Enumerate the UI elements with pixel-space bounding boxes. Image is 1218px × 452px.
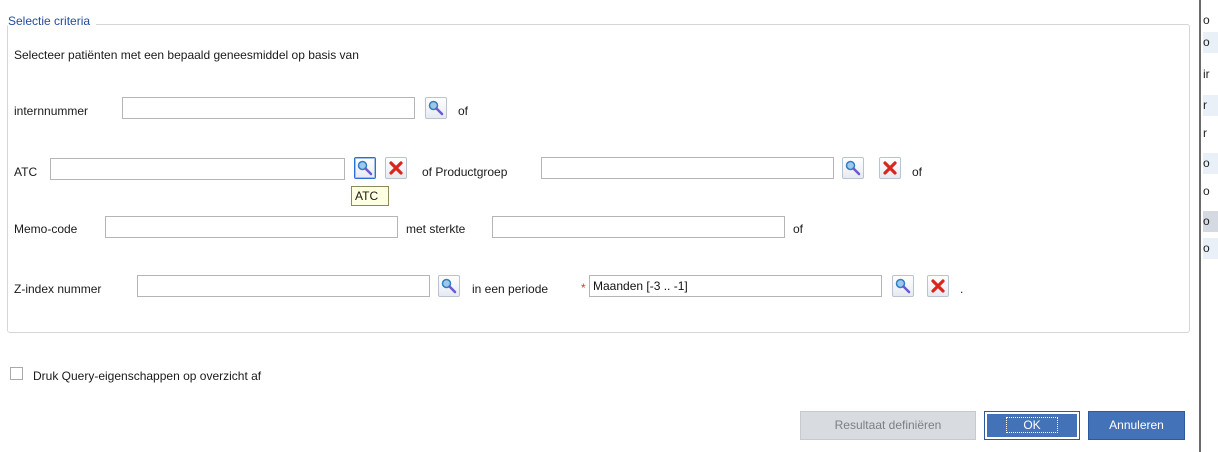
zindex-input[interactable]	[137, 275, 430, 297]
met-sterkte-label: met sterkte	[406, 222, 466, 236]
print-query-checkbox[interactable]	[10, 367, 23, 380]
periode-input[interactable]	[589, 275, 882, 297]
atc-input[interactable]	[50, 158, 345, 180]
productgroep-of-text: of	[912, 165, 923, 179]
internnummer-input[interactable]	[122, 97, 415, 119]
magnifier-pin-icon	[845, 160, 861, 176]
background-list-row: o	[1203, 13, 1210, 27]
print-query-label: Druk Query-eigenschappen op overzicht af	[33, 369, 262, 383]
selection-dialog: Selectie criteria Selecteer patiënten me…	[0, 0, 1199, 452]
magnifier-pin-icon	[441, 278, 457, 294]
fieldset-legend: Selectie criteria	[8, 14, 97, 28]
red-x-icon	[389, 161, 403, 175]
internnummer-lookup-button[interactable]	[425, 97, 447, 119]
internnummer-of-text: of	[458, 104, 469, 118]
memo-code-input[interactable]	[105, 216, 398, 238]
periode-period-text: .	[960, 282, 964, 296]
red-x-icon	[883, 161, 897, 175]
ok-button[interactable]: OK	[984, 411, 1080, 440]
periode-lookup-button[interactable]	[892, 275, 914, 297]
atc-clear-button[interactable]	[385, 157, 407, 179]
zindex-lookup-button[interactable]	[438, 275, 460, 297]
define-result-button[interactable]: Resultaat definiëren	[800, 411, 976, 440]
background-list-row: o	[1203, 184, 1210, 198]
ok-button-label: OK	[1006, 417, 1058, 433]
memo-code-label: Memo-code	[14, 222, 78, 236]
productgroep-clear-button[interactable]	[879, 157, 901, 179]
intro-text: Selecteer patiënten met een bepaald gene…	[14, 48, 359, 62]
sterkte-input[interactable]	[492, 216, 785, 238]
background-list-row: o	[1203, 32, 1218, 53]
periode-clear-button[interactable]	[927, 275, 949, 297]
productgroep-input[interactable]	[541, 157, 834, 179]
red-x-icon	[931, 279, 945, 293]
background-list-row: o	[1203, 238, 1218, 259]
atc-tooltip: ATC	[351, 186, 389, 206]
background-list-row: r	[1203, 95, 1218, 116]
cancel-button[interactable]: Annuleren	[1088, 411, 1185, 440]
magnifier-pin-icon	[895, 278, 911, 294]
background-list-row: o	[1203, 211, 1218, 232]
memo-of-text: of	[793, 222, 804, 236]
atc-of-productgroep-text: of Productgroep	[422, 165, 508, 179]
background-list-row: ir	[1203, 67, 1210, 81]
magnifier-pin-icon	[428, 100, 444, 116]
background-list-row: o	[1203, 153, 1218, 174]
in-een-periode-label: in een periode	[472, 282, 549, 296]
atc-lookup-button[interactable]	[354, 157, 376, 179]
magnifier-pin-icon	[357, 160, 373, 176]
zindex-label: Z-index nummer	[14, 282, 102, 296]
internnummer-label: internnummer	[14, 104, 89, 118]
productgroep-lookup-button[interactable]	[842, 157, 864, 179]
background-list-row: r	[1203, 126, 1207, 140]
required-marker: *	[581, 281, 586, 295]
atc-label: ATC	[14, 165, 38, 179]
